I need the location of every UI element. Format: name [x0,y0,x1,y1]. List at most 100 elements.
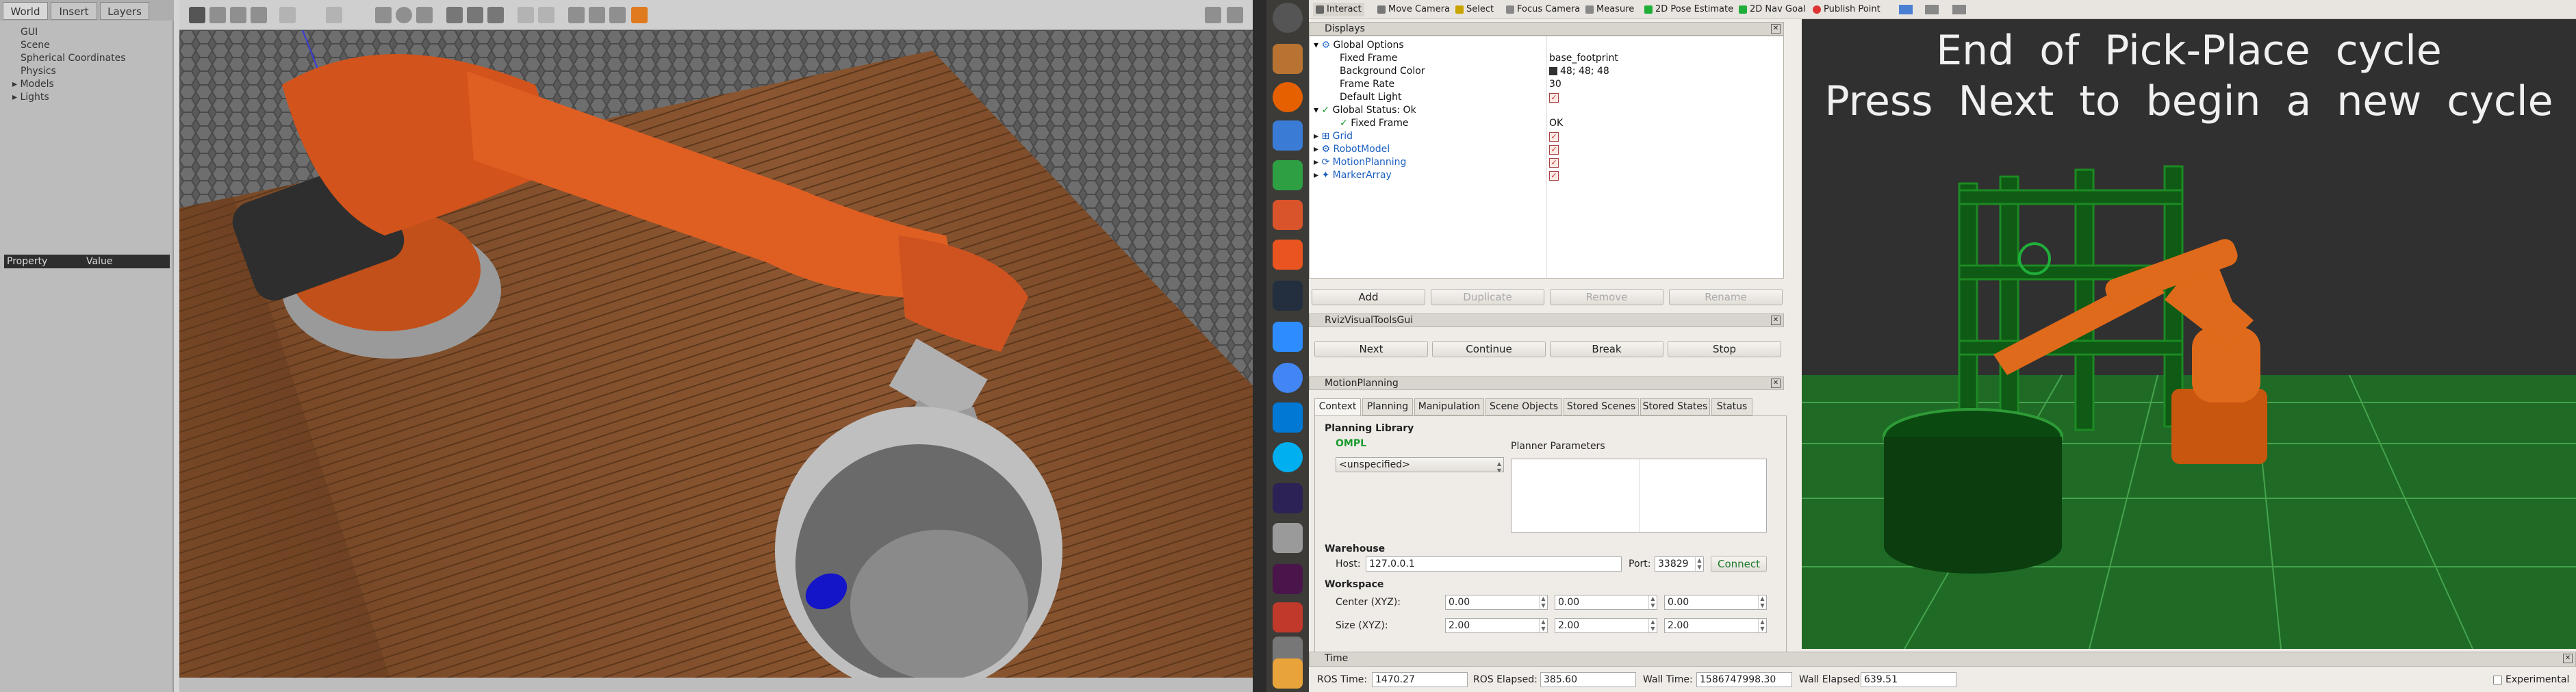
tree-item-models[interactable]: ▸ Models [0,78,171,91]
point-light-icon[interactable] [446,7,463,23]
vscode-icon[interactable] [1273,402,1303,433]
tab-manipulation[interactable]: Manipulation [1414,398,1484,415]
app-icon[interactable] [1273,602,1303,632]
expand-arrow-icon[interactable]: ▸ [1314,157,1321,168]
motionplanning-checkbox[interactable]: ✓ [1549,158,1559,168]
connect-button[interactable]: Connect [1711,556,1767,572]
writer-icon[interactable] [1273,120,1303,151]
tree-item-lights[interactable]: ▸ Lights [0,91,171,104]
copy-icon[interactable] [518,7,534,23]
close-icon[interactable]: ✕ [1771,379,1781,388]
software-center-icon[interactable] [1273,240,1303,270]
display-row-global-status[interactable]: ▾ ✓ Global Status: Ok [1310,104,1783,117]
align-icon[interactable] [568,7,585,23]
spinner-icon[interactable]: ▲ ▼ [1695,557,1703,571]
display-row-background-color[interactable]: Background Color 48; 48; 48 [1310,65,1783,78]
tool-publish-point[interactable]: Publish Point [1813,3,1880,16]
tab-stored-states[interactable]: Stored States [1640,398,1710,415]
size-y-input[interactable]: 2.00 ▲ ▼ [1555,618,1657,633]
spinner-icon[interactable]: ▲ ▼ [1758,619,1766,632]
frame-rate-value[interactable]: 30 [1549,78,1561,91]
display-row-default-light[interactable]: Default Light ✓ [1310,91,1783,104]
tree-item-physics[interactable]: Physics [0,65,171,78]
spot-light-icon[interactable] [467,7,483,23]
display-row-motionplanning[interactable]: ▸ ⟳ MotionPlanning ✓ [1310,156,1783,169]
tool-select[interactable]: Select [1455,3,1494,16]
tool-2d-nav-goal[interactable]: 2D Nav Goal [1739,3,1806,16]
impress-icon[interactable] [1273,200,1303,230]
stop-button[interactable]: Stop [1668,341,1781,357]
add-tool-icon[interactable] [1899,5,1913,14]
robotmodel-checkbox[interactable]: ✓ [1549,145,1559,155]
display-row-markerarray[interactable]: ▸ ✦ MarkerArray ✓ [1310,169,1783,182]
drive-icon[interactable] [1273,523,1303,553]
tool-2d-pose-estimate[interactable]: 2D Pose Estimate [1644,3,1733,16]
expand-arrow-icon[interactable]: ▸ [1314,170,1321,181]
checkbox-box[interactable] [2493,675,2502,684]
break-button[interactable]: Break [1550,341,1663,357]
experimental-checkbox[interactable]: Experimental [2493,674,2569,685]
spinner-icon[interactable]: ▲ ▼ [1539,595,1547,609]
calc-icon[interactable] [1273,160,1303,190]
tree-item-spherical-coordinates[interactable]: Spherical Coordinates [0,52,171,65]
box-shape-icon[interactable] [375,7,392,23]
tool-focus-camera[interactable]: Focus Camera [1506,3,1580,16]
display-row-frame-rate[interactable]: Frame Rate 30 [1310,78,1783,91]
spinner-icon[interactable]: ▲ ▼ [1758,595,1766,609]
tab-context[interactable]: Context [1314,398,1361,416]
skype-icon[interactable] [1273,442,1303,472]
expand-arrow-icon[interactable]: ▸ [12,92,20,103]
change-view-icon[interactable] [631,7,648,23]
fixed-frame-value[interactable]: base_footprint [1549,52,1618,65]
center-z-input[interactable]: 0.00 ▲ ▼ [1664,595,1767,610]
display-row-fixed-frame[interactable]: Fixed Frame base_footprint [1310,52,1783,65]
rename-button[interactable]: Rename [1669,289,1783,305]
chrome-icon[interactable] [1273,363,1303,393]
tool-move-camera[interactable]: Move Camera [1377,3,1450,16]
log-icon[interactable] [1227,7,1243,23]
tab-status[interactable]: Status [1711,398,1752,415]
tool-properties-icon[interactable] [1952,5,1966,14]
planner-select[interactable]: <unspecified> ▲ ▼ [1336,457,1504,472]
cylinder-shape-icon[interactable] [416,7,433,23]
size-z-input[interactable]: 2.00 ▲ ▼ [1664,618,1767,633]
port-input[interactable]: 33829 ▲ ▼ [1655,556,1704,572]
close-icon[interactable]: ✕ [1771,316,1781,325]
gazebo-3d-view[interactable] [179,30,1253,678]
sphere-shape-icon[interactable] [396,7,412,23]
tab-world[interactable]: World [3,2,48,20]
ubuntu-logo-icon[interactable] [1273,3,1303,33]
screenshot-icon[interactable] [1205,7,1221,23]
ros-elapsed-field[interactable]: 385.60 [1540,672,1636,687]
expand-arrow-icon[interactable]: ▸ [12,79,20,90]
close-icon[interactable]: ✕ [2563,654,2573,663]
trash-icon[interactable] [1273,658,1303,689]
center-x-input[interactable]: 0.00 ▲ ▼ [1445,595,1548,610]
next-button[interactable]: Next [1314,341,1428,357]
planner-parameters-table[interactable] [1511,459,1767,533]
default-light-checkbox[interactable]: ✓ [1549,93,1559,103]
redo-icon[interactable] [326,7,342,23]
panel-splitter[interactable] [174,0,179,692]
rotate-icon[interactable] [230,7,246,23]
remove-tool-icon[interactable] [1925,5,1939,14]
center-y-input[interactable]: 0.00 ▲ ▼ [1555,595,1657,610]
display-row-grid[interactable]: ▸ ⊞ Grid ✓ [1310,130,1783,143]
undo-icon[interactable] [279,7,296,23]
tool-measure[interactable]: Measure [1585,3,1634,16]
close-icon[interactable]: ✕ [1771,24,1781,34]
scale-icon[interactable] [251,7,267,23]
expand-arrow-icon[interactable]: ▾ [1314,105,1321,116]
spinner-icon[interactable]: ▲ ▼ [1648,619,1657,632]
wall-time-field[interactable]: 1586747998.30 [1696,672,1792,687]
snap-icon[interactable] [589,7,605,23]
continue-button[interactable]: Continue [1432,341,1546,357]
files-icon[interactable] [1273,44,1303,74]
tree-item-scene[interactable]: Scene [0,39,171,52]
paste-icon[interactable] [538,7,554,23]
eclipse-icon[interactable] [1273,483,1303,513]
grid-checkbox[interactable]: ✓ [1549,132,1559,142]
magnet-icon[interactable] [609,7,626,23]
tree-item-gui[interactable]: GUI [0,26,171,39]
markerarray-checkbox[interactable]: ✓ [1549,171,1559,181]
